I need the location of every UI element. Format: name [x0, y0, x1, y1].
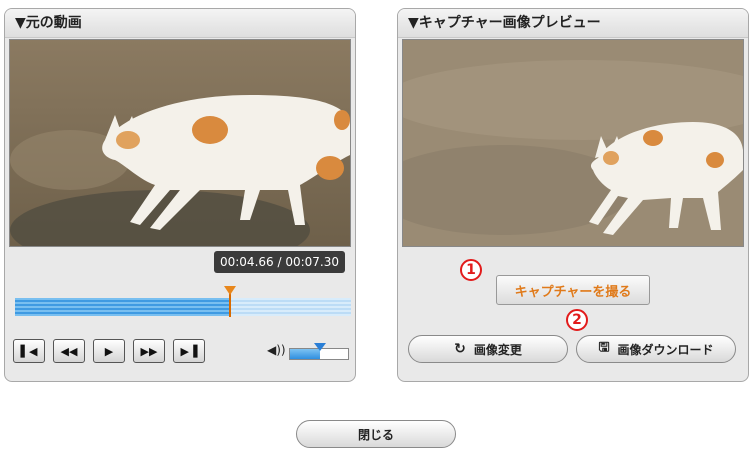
seek-bar[interactable] [15, 286, 351, 317]
capture-button[interactable]: キャプチャーを撮る [496, 275, 650, 305]
change-image-button[interactable]: ↻ 画像変更 [408, 335, 568, 363]
volume-handle[interactable] [314, 343, 326, 351]
skip-to-end-icon: ▶▐ [180, 344, 198, 358]
skip-to-start-icon: ▌◀ [20, 344, 38, 358]
capture-preview-frame [402, 39, 744, 247]
speaker-icon: ◀)) [267, 343, 286, 357]
refresh-icon: ↻ [454, 341, 466, 357]
change-image-label: 画像変更 [473, 342, 522, 357]
play-icon: ▶ [104, 344, 114, 358]
seek-handle[interactable] [224, 286, 237, 317]
seek-progress-fill [15, 298, 231, 316]
skip-to-start-button[interactable]: ▌◀ [13, 339, 45, 363]
download-image-button[interactable]: 🖫 画像ダウンロード [576, 335, 736, 363]
close-button-label: 閉じる [357, 427, 394, 442]
timecode-display: 00:04.66 / 00:07.30 [213, 251, 345, 273]
volume-slider[interactable] [289, 343, 349, 360]
step-marker-2: 2 [566, 309, 588, 331]
capture-preview-panel: ▼キャプチャー画像プレビュー 1 キャプチャーを撮る 2 ↻ 画像変更 🖫 画像… [397, 8, 749, 382]
captured-image [403, 40, 743, 246]
fast-forward-button[interactable]: ▶▶ [133, 339, 165, 363]
original-video-title: ▼元の動画 [5, 9, 355, 38]
play-button[interactable]: ▶ [93, 339, 125, 363]
close-button[interactable]: 閉じる [296, 420, 456, 448]
original-video-panel: ▼元の動画 00:04.66 / 00:07.30 ▌◀ ◀◀ ▶ ▶▶ ▶▐ … [4, 8, 356, 382]
save-disk-icon: 🖫 [598, 340, 610, 355]
rewind-icon: ◀◀ [60, 344, 78, 358]
step-marker-1: 1 [460, 259, 482, 281]
fast-forward-icon: ▶▶ [140, 344, 158, 358]
download-image-label: 画像ダウンロード [617, 342, 714, 357]
rewind-button[interactable]: ◀◀ [53, 339, 85, 363]
skip-to-end-button[interactable]: ▶▐ [173, 339, 205, 363]
original-video-frame[interactable] [9, 39, 351, 247]
capture-preview-title: ▼キャプチャー画像プレビュー [398, 9, 748, 38]
capture-button-label: キャプチャーを撮る [514, 284, 632, 300]
cat-video-image [10, 40, 350, 246]
